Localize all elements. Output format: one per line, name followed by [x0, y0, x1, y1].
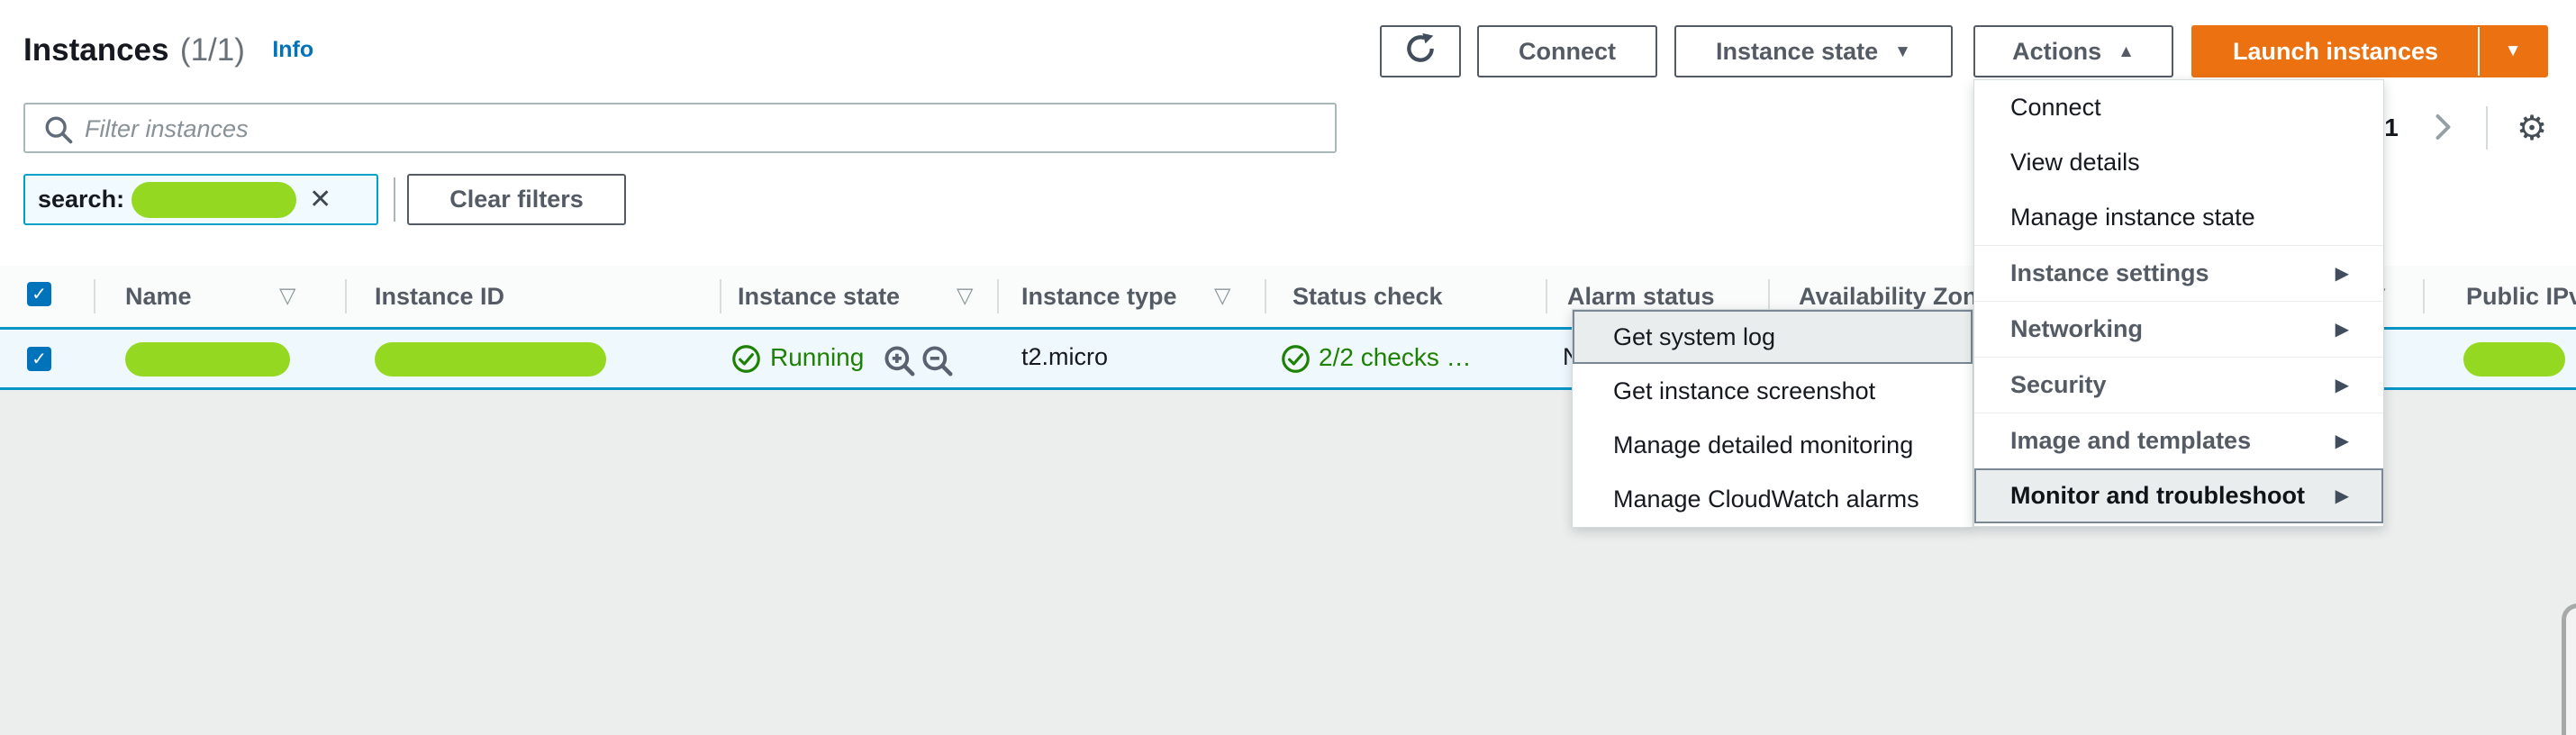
launch-instances-button[interactable]: Launch instances — [2193, 27, 2480, 76]
submenu-item-get-system-log[interactable]: Get system log — [1573, 310, 1973, 364]
column-divider — [94, 279, 95, 313]
menu-item-view-details[interactable]: View details — [1974, 135, 2383, 190]
monitor-troubleshoot-submenu: Get system log Get instance screenshot M… — [1572, 309, 1973, 528]
menu-item-label: Connect — [2010, 94, 2101, 122]
check-icon: ✓ — [32, 348, 47, 370]
launch-instances-label: Launch instances — [2233, 38, 2438, 66]
column-header-instance-state[interactable]: Instance state — [738, 266, 900, 327]
launch-instances-caret-button[interactable]: ▼ — [2480, 27, 2546, 76]
chevron-down-icon: ▼ — [2505, 41, 2522, 61]
pagination-divider — [2486, 106, 2488, 150]
refresh-icon — [1402, 31, 1438, 73]
submenu-arrow-icon: ▶ — [2336, 485, 2349, 507]
menu-item-monitor-and-troubleshoot[interactable]: Monitor and troubleshoot ▶ — [1974, 468, 2383, 523]
select-all-checkbox[interactable]: ✓ — [27, 282, 51, 306]
connect-button[interactable]: Connect — [1477, 25, 1657, 77]
sort-icon[interactable]: ▽ — [1214, 266, 1230, 327]
zoom-out-icon[interactable] — [921, 344, 955, 383]
zoom-in-icon[interactable] — [883, 344, 917, 383]
redacted-instance-id — [375, 342, 606, 377]
submenu-item-label: Manage detailed monitoring — [1613, 431, 1913, 459]
menu-item-label: Manage instance state — [2010, 204, 2255, 231]
menu-item-instance-settings[interactable]: Instance settings ▶ — [1974, 246, 2383, 301]
column-header-instance-type[interactable]: Instance type — [1021, 266, 1177, 327]
next-page-button[interactable] — [2421, 108, 2463, 150]
column-divider — [345, 279, 347, 313]
instance-state-button[interactable]: Instance state ▼ — [1674, 25, 1953, 77]
instance-state-label: Instance state — [1716, 38, 1878, 66]
refresh-button[interactable] — [1380, 25, 1461, 77]
chevron-up-icon: ▲ — [2118, 43, 2135, 60]
filter-bar-divider — [394, 177, 395, 222]
ec2-instances-page: Instances (1/1) Info Connect Instance st… — [0, 0, 2576, 735]
clear-filters-label: Clear filters — [449, 186, 584, 213]
redacted-instance-name — [125, 342, 290, 377]
submenu-arrow-icon: ▶ — [2336, 430, 2349, 452]
column-header-name[interactable]: Name — [125, 266, 192, 327]
connect-button-label: Connect — [1519, 38, 1616, 66]
filter-tag-search: search: ✕ — [23, 174, 378, 225]
submenu-item-label: Get instance screenshot — [1613, 377, 1875, 405]
submenu-item-label: Get system log — [1613, 323, 1775, 351]
column-divider — [1265, 279, 1266, 313]
menu-item-label: Networking — [2010, 315, 2143, 343]
actions-menu: Connect View details Manage instance sta… — [1973, 79, 2384, 527]
menu-item-image-and-templates[interactable]: Image and templates ▶ — [1974, 413, 2383, 468]
filter-tag-label: search: — [38, 186, 124, 213]
submenu-arrow-icon: ▶ — [2336, 318, 2349, 340]
menu-item-label: View details — [2010, 149, 2140, 177]
status-ok-icon — [731, 344, 761, 378]
column-divider — [2423, 279, 2425, 313]
page-title: Instances — [23, 32, 168, 68]
filter-instances-searchbox — [23, 103, 1337, 153]
menu-item-label: Instance settings — [2010, 259, 2209, 287]
column-header-instance-id[interactable]: Instance ID — [375, 266, 504, 327]
menu-item-label: Security — [2010, 371, 2107, 399]
menu-item-security[interactable]: Security ▶ — [1974, 358, 2383, 413]
chevron-right-icon — [2426, 111, 2458, 148]
column-header-status-check[interactable]: Status check — [1293, 266, 1443, 327]
submenu-item-manage-detailed-monitoring[interactable]: Manage detailed monitoring — [1573, 418, 1973, 472]
menu-item-connect[interactable]: Connect — [1974, 80, 2383, 135]
gear-icon: ⚙ — [2517, 108, 2547, 149]
info-link[interactable]: Info — [272, 37, 313, 62]
preferences-button[interactable]: ⚙ — [2509, 103, 2554, 153]
submenu-arrow-icon: ▶ — [2336, 262, 2349, 285]
submenu-arrow-icon: ▶ — [2336, 374, 2349, 396]
column-divider — [1546, 279, 1547, 313]
menu-item-manage-instance-state[interactable]: Manage instance state — [1974, 190, 2383, 245]
submenu-item-label: Manage CloudWatch alarms — [1613, 485, 1919, 513]
column-divider — [997, 279, 999, 313]
status-check-ok-icon — [1281, 344, 1311, 378]
column-header-public-ipv4[interactable]: Public IPv4 — [2466, 266, 2576, 327]
instance-count: (1/1) — [180, 32, 245, 68]
launch-instances-split-button: Launch instances ▼ — [2191, 25, 2548, 77]
instance-state-value: Running — [770, 327, 864, 390]
check-icon: ✓ — [32, 283, 47, 305]
instance-type-value: t2.micro — [1021, 327, 1108, 390]
redacted-public-ip — [2463, 342, 2565, 377]
clear-filters-button[interactable]: Clear filters — [407, 174, 626, 225]
search-input[interactable] — [83, 106, 1329, 151]
split-panel-scrollbar[interactable] — [2562, 603, 2576, 735]
chevron-down-icon: ▼ — [1894, 43, 1911, 60]
actions-button[interactable]: Actions ▲ — [1973, 25, 2173, 77]
page-header: Instances (1/1) Info — [23, 32, 313, 68]
sort-icon[interactable]: ▽ — [957, 266, 973, 327]
sort-icon[interactable]: ▽ — [279, 266, 295, 327]
submenu-item-manage-cloudwatch-alarms[interactable]: Manage CloudWatch alarms — [1573, 472, 1973, 526]
remove-filter-icon[interactable]: ✕ — [309, 186, 331, 213]
filter-tag-redacted-value — [132, 182, 296, 218]
column-divider — [720, 279, 721, 313]
menu-item-label: Image and templates — [2010, 427, 2251, 455]
submenu-item-get-instance-screenshot[interactable]: Get instance screenshot — [1573, 364, 1973, 418]
menu-item-label: Monitor and troubleshoot — [2010, 482, 2305, 510]
menu-item-networking[interactable]: Networking ▶ — [1974, 302, 2383, 357]
row-checkbox[interactable]: ✓ — [27, 347, 51, 371]
status-check-value: 2/2 checks … — [1319, 327, 1472, 390]
actions-button-label: Actions — [2012, 38, 2101, 66]
